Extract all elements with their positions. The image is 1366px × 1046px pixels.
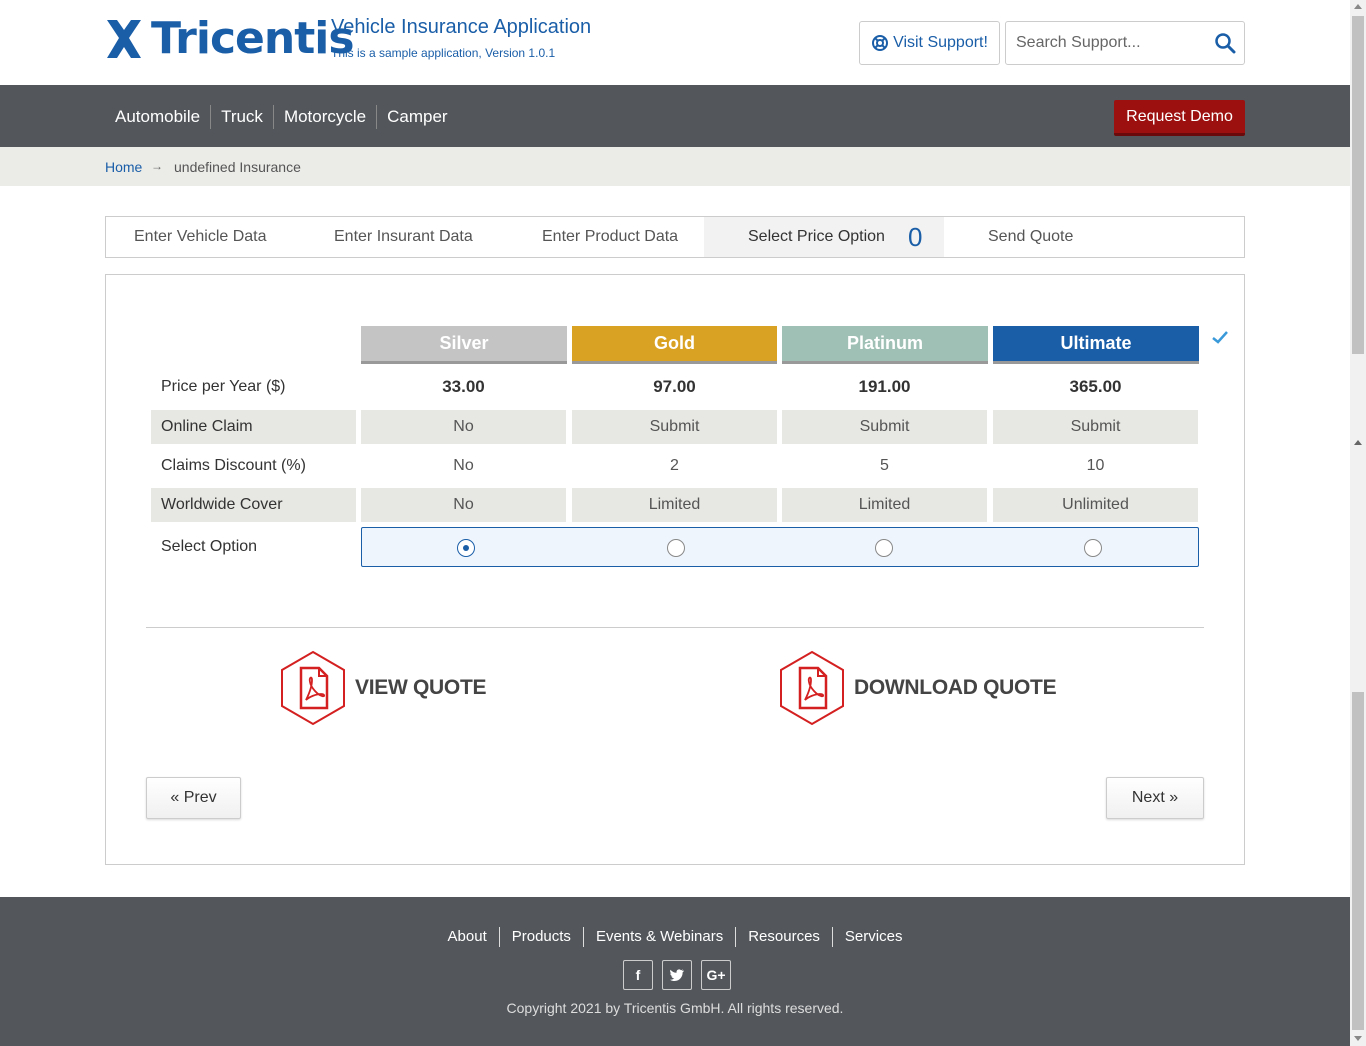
vertical-scrollbar[interactable] (1350, 0, 1366, 1046)
claims-discount-ultimate: 10 (1086, 457, 1105, 474)
app-title: Vehicle Insurance Application (331, 16, 592, 38)
claims-discount-silver: No (453, 457, 474, 474)
lifebuoy-icon (872, 35, 889, 51)
search-input[interactable] (1006, 22, 1196, 64)
tricentis-logo-icon (107, 20, 141, 58)
price-gold: 97.00 (653, 377, 696, 396)
view-quote-label: VIEW QUOTE (355, 676, 487, 699)
tab-error-count: 0 (908, 222, 923, 252)
price-silver: 33.00 (442, 377, 485, 396)
search-support-field (1005, 21, 1245, 65)
breadcrumb-arrow-icon: → (151, 159, 163, 173)
row-label-select-option: Select Option (161, 538, 258, 555)
tab-send-quote[interactable]: Send Quote (988, 217, 1073, 257)
search-icon[interactable] (1214, 32, 1236, 54)
scrollbar-thumb-lower[interactable] (1352, 692, 1364, 1030)
plan-header-silver: Silver (361, 326, 567, 364)
logo-text: Tricentis (151, 13, 355, 64)
plan-header-gold: Gold (572, 326, 777, 364)
wizard-tabs: Enter Vehicle Data Enter Insurant Data E… (105, 216, 1245, 258)
footer-link-services[interactable]: Services (833, 927, 915, 947)
visit-support-label: Visit Support! (893, 34, 988, 51)
price-ultimate: 365.00 (1069, 377, 1122, 396)
online-claim-gold: Submit (572, 410, 777, 444)
row-label-worldwide-cover: Worldwide Cover (151, 488, 356, 522)
worldwide-cover-platinum: Limited (782, 488, 987, 522)
request-demo-button[interactable]: Request Demo (1114, 100, 1245, 136)
scroll-marker-icon (1354, 440, 1362, 445)
nav-truck[interactable]: Truck (211, 105, 274, 129)
tab-enter-vehicle-data[interactable]: Enter Vehicle Data (134, 217, 267, 257)
google-plus-icon[interactable]: G+ (701, 960, 731, 990)
app-subtitle: This is a sample application, Version 1.… (331, 46, 556, 60)
tab-enter-insurant-data[interactable]: Enter Insurant Data (334, 217, 473, 257)
footer-link-products[interactable]: Products (500, 927, 584, 947)
online-claim-platinum: Submit (782, 410, 987, 444)
facebook-icon[interactable]: f (623, 960, 653, 990)
main-nav: Automobile Truck Motorcycle Camper Reque… (0, 85, 1350, 147)
online-claim-silver: No (361, 410, 566, 444)
plan-header-ultimate: Ultimate (993, 326, 1199, 364)
tab-enter-product-data[interactable]: Enter Product Data (542, 217, 678, 257)
plan-header-platinum: Platinum (782, 326, 988, 364)
breadcrumb-current: undefined Insurance (174, 159, 301, 175)
scrollbar-thumb-upper[interactable] (1352, 16, 1364, 354)
worldwide-cover-ultimate: Unlimited (993, 488, 1198, 522)
worldwide-cover-gold: Limited (572, 488, 777, 522)
radio-platinum[interactable] (875, 539, 893, 557)
row-label-price: Price per Year ($) (161, 378, 286, 395)
copyright-text: Copyright 2021 by Tricentis GmbH. All ri… (506, 1000, 844, 1016)
scroll-down-arrow-icon[interactable] (1354, 1036, 1362, 1041)
page-header: Tricentis Vehicle Insurance Application … (0, 0, 1350, 85)
nav-automobile[interactable]: Automobile (105, 105, 212, 129)
twitter-icon[interactable] (662, 960, 692, 990)
footer-link-resources[interactable]: Resources (736, 927, 833, 947)
online-claim-ultimate: Submit (993, 410, 1198, 444)
pdf-icon (780, 650, 844, 726)
footer-link-about[interactable]: About (436, 927, 500, 947)
row-label-claims-discount: Claims Discount (%) (161, 457, 306, 474)
tab-select-price-option-label: Select Price Option (748, 228, 885, 245)
breadcrumb-home[interactable]: Home (105, 159, 142, 175)
radio-silver[interactable] (457, 539, 475, 557)
nav-camper[interactable]: Camper (377, 105, 457, 129)
checkmark-icon (1212, 331, 1228, 344)
download-quote-button[interactable]: DOWNLOAD QUOTE (778, 650, 1057, 726)
scroll-up-arrow-icon[interactable] (1354, 4, 1362, 9)
radio-gold[interactable] (667, 539, 685, 557)
visit-support-button[interactable]: Visit Support! (859, 21, 1000, 65)
price-platinum: 191.00 (858, 377, 911, 396)
select-option-group (361, 527, 1199, 567)
nav-motorcycle[interactable]: Motorcycle (274, 105, 378, 129)
footer-link-events[interactable]: Events & Webinars (584, 927, 737, 947)
tab-select-price-option[interactable]: Select Price Option 0 (704, 217, 944, 257)
breadcrumb: Home → undefined Insurance (0, 147, 1350, 186)
radio-ultimate[interactable] (1084, 539, 1102, 557)
download-quote-label: DOWNLOAD QUOTE (854, 676, 1057, 699)
claims-discount-gold: 2 (670, 457, 679, 474)
pdf-icon (281, 650, 345, 726)
row-label-online-claim: Online Claim (151, 410, 356, 444)
prev-button[interactable]: « Prev (146, 777, 241, 819)
claims-discount-platinum: 5 (880, 457, 889, 474)
divider (146, 627, 1204, 628)
tricentis-logo[interactable]: Tricentis (105, 13, 355, 64)
next-button[interactable]: Next » (1106, 777, 1204, 819)
worldwide-cover-silver: No (361, 488, 566, 522)
view-quote-button[interactable]: VIEW QUOTE (279, 650, 486, 726)
twitter-bird-icon (670, 969, 684, 981)
